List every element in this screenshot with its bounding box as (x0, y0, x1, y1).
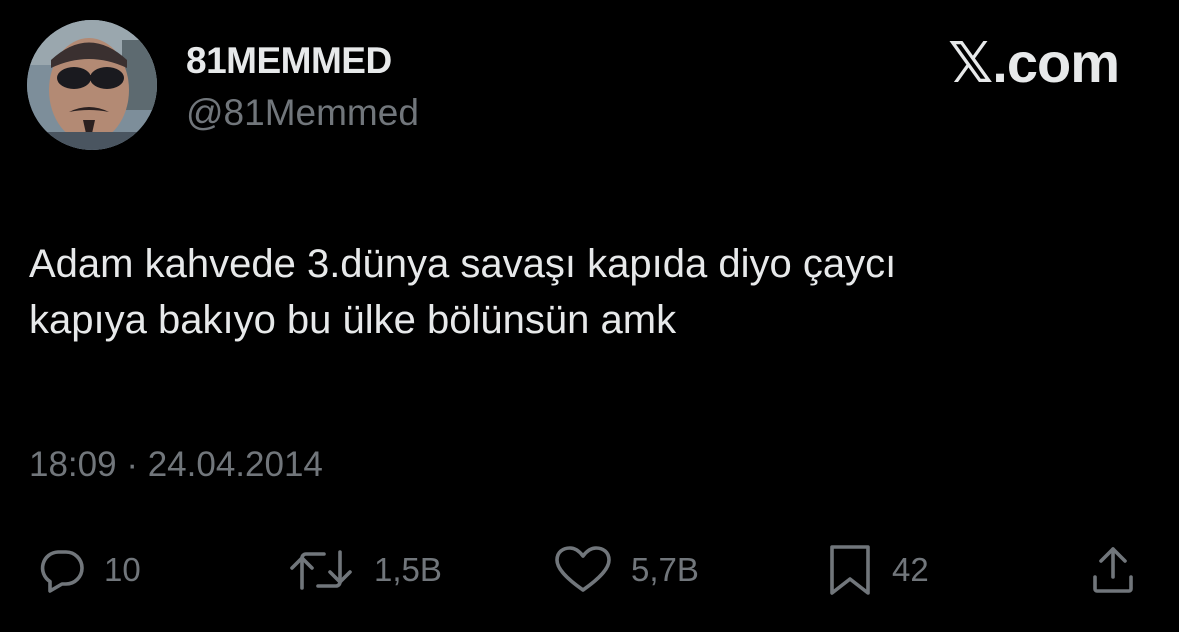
bookmark-button[interactable]: 42 (826, 540, 929, 600)
action-bar: 10 1,5B 5,7B 42 (0, 540, 1179, 600)
bookmark-count: 42 (892, 551, 929, 588)
share-icon (1093, 547, 1133, 593)
reply-count: 10 (104, 551, 141, 588)
avatar[interactable] (27, 20, 157, 150)
x-brand-logo: 𝕏.com (948, 31, 1120, 94)
reply-button[interactable]: 10 (38, 540, 141, 600)
avatar-photo (27, 20, 157, 150)
user-handle[interactable]: @81Memmed (186, 92, 419, 134)
retweet-button[interactable]: 1,5B (286, 540, 442, 600)
tweet-date: 24.04.2014 (147, 445, 323, 484)
display-name[interactable]: 81MEMMED (186, 40, 392, 82)
timestamp-separator: · (126, 445, 138, 484)
tweet-time: 18:09 (29, 445, 117, 484)
retweet-count: 1,5B (374, 551, 442, 588)
like-button[interactable]: 5,7B (553, 540, 699, 600)
reply-bubble-icon (40, 550, 84, 593)
heart-icon (555, 546, 611, 592)
tweet-timestamp[interactable]: 18:09 · 24.04.2014 (29, 445, 323, 485)
tweet-card: 81MEMMED @81Memmed 𝕏.com Adam kahvede 3.… (0, 0, 1179, 632)
like-count: 5,7B (631, 551, 699, 588)
bookmark-icon (830, 545, 870, 595)
share-button[interactable] (1089, 540, 1137, 600)
retweet-icon (290, 550, 352, 590)
tweet-text: Adam kahvede 3.dünya savaşı kapıda diyo … (29, 242, 897, 342)
